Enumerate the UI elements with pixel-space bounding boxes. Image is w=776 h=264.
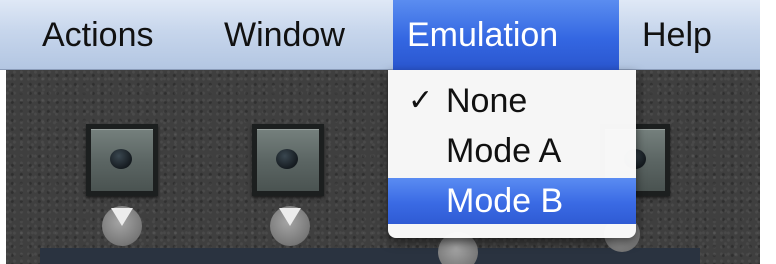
window-edge: [760, 0, 776, 264]
menu-actions[interactable]: Actions: [28, 0, 200, 70]
checkmark-icon: ✓: [408, 84, 434, 117]
menu-item-none[interactable]: ✓ None: [388, 78, 636, 124]
pad-face: [91, 129, 153, 191]
panel-display-strip: [40, 248, 700, 264]
emulation-dropdown-menu: ✓ None Mode A Mode B: [388, 70, 636, 238]
pad-face: [257, 129, 319, 191]
pad-button-2[interactable]: [252, 124, 324, 196]
pad-button-1[interactable]: [86, 124, 158, 196]
menu-item-mode-a[interactable]: Mode A: [388, 128, 636, 174]
menu-emulation[interactable]: Emulation: [393, 0, 619, 70]
app-window: Actions Window Emulation Help ✓ None Mod…: [0, 0, 776, 264]
triangle-down-icon: [111, 208, 133, 226]
led-dot-icon: [276, 149, 298, 169]
led-dot-icon: [110, 149, 132, 169]
menu-item-label: None: [446, 82, 528, 120]
menu-bar: Actions Window Emulation Help: [0, 0, 760, 70]
menu-item-label: Mode A: [446, 132, 562, 170]
menu-item-mode-b[interactable]: Mode B: [388, 178, 636, 224]
menu-window[interactable]: Window: [210, 0, 386, 70]
triangle-down-icon: [279, 208, 301, 226]
menu-help[interactable]: Help: [628, 0, 738, 70]
menu-item-label: Mode B: [446, 182, 564, 220]
